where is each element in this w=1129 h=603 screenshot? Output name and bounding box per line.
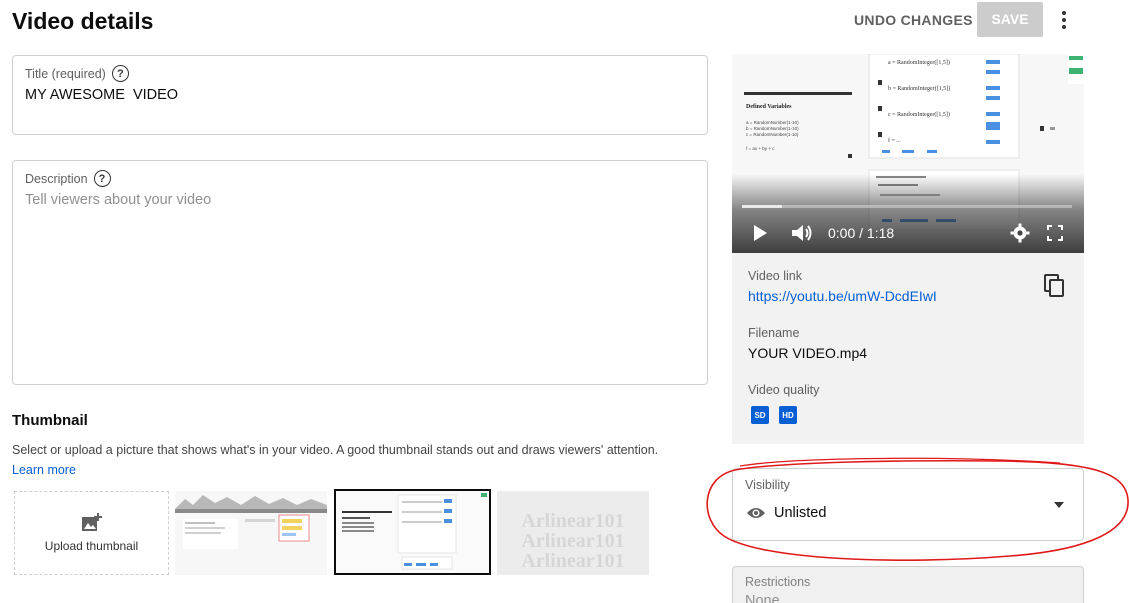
- upload-thumbnail-label: Upload thumbnail: [44, 539, 139, 553]
- description-field-label: Description: [25, 171, 88, 186]
- title-field-label: Title (required): [25, 66, 106, 81]
- preview-var: c = RandomNumber(1-10): [746, 132, 799, 137]
- eye-icon: [747, 508, 765, 518]
- video-controls: 0:00 / 1:18: [732, 174, 1084, 253]
- video-quality-label: Video quality: [748, 383, 820, 397]
- video-info-panel: Defined Variables a = RandomNumber(1-10)…: [732, 54, 1084, 444]
- preview-var: f = ax + by + c: [746, 146, 775, 151]
- preview-row: c = RandomInteger([1,5]): [888, 111, 950, 118]
- video-link[interactable]: https://youtu.be/umW-DcdEIwI: [748, 288, 937, 304]
- filename-value: YOUR VIDEO.mp4: [748, 345, 868, 361]
- preview-row: b = RandomInteger([1,5]): [888, 85, 950, 92]
- thumbnail-watermark-text: Arlinear101: [521, 550, 624, 572]
- title-field-label-row: Title (required) ?: [25, 65, 129, 82]
- thumbnail-option-1[interactable]: [175, 491, 327, 575]
- help-icon[interactable]: ?: [93, 170, 111, 187]
- thumbnail-image-1: [175, 491, 327, 575]
- thumbnail-image-3: Arlinear101 Arlinear101 Arlinear101: [497, 491, 649, 575]
- restrictions-label: Restrictions: [745, 575, 811, 589]
- help-icon[interactable]: ?: [111, 65, 129, 82]
- fullscreen-icon[interactable]: [1047, 225, 1063, 241]
- visibility-select[interactable]: Visibility Unlisted: [732, 468, 1084, 541]
- thumbnail-option-3[interactable]: Arlinear101 Arlinear101 Arlinear101: [497, 491, 649, 575]
- description-input[interactable]: Tell viewers about your video: [25, 192, 211, 208]
- time-display: 0:00 / 1:18: [828, 225, 895, 241]
- sd-badge-icon: SD: [751, 406, 769, 424]
- filename-label: Filename: [748, 326, 800, 340]
- description-field[interactable]: Description ? Tell viewers about your vi…: [12, 160, 708, 385]
- restrictions-value: None: [745, 593, 780, 603]
- visibility-value: Unlisted: [774, 505, 827, 521]
- preview-var: a = RandomNumber(1-10): [746, 120, 799, 125]
- thumbnail-description: Select or upload a picture that shows wh…: [12, 443, 659, 457]
- title-input[interactable]: MY AWESOME VIDEO: [25, 87, 178, 103]
- upload-thumbnail-button[interactable]: Upload thumbnail: [14, 491, 169, 575]
- preview-row: a = RandomInteger([1,5]): [888, 59, 950, 66]
- progress-buffer: [742, 205, 782, 208]
- video-link-label: Video link: [748, 269, 802, 283]
- description-field-label-row: Description ?: [25, 170, 111, 187]
- preview-var: b = RandomNumber(1-10): [746, 126, 799, 131]
- hd-badge-icon: HD: [779, 406, 797, 424]
- thumbnail-watermark-text: Arlinear101: [521, 510, 624, 532]
- thumbnail-heading: Thumbnail: [12, 412, 88, 429]
- copy-icon[interactable]: [1044, 274, 1066, 298]
- title-field[interactable]: Title (required) ? MY AWESOME VIDEO: [12, 55, 708, 135]
- visibility-label: Visibility: [745, 478, 790, 492]
- preview-row: f = ...: [888, 137, 901, 144]
- progress-bar[interactable]: [742, 205, 1072, 208]
- settings-icon[interactable]: [1010, 223, 1030, 243]
- play-icon[interactable]: [752, 224, 768, 242]
- volume-icon[interactable]: [790, 223, 814, 243]
- add-photo-icon: [81, 513, 102, 531]
- thumbnail-watermark-text: Arlinear101: [521, 530, 624, 552]
- dropdown-arrow-icon: [1054, 502, 1064, 508]
- save-button[interactable]: SAVE: [977, 2, 1043, 37]
- restrictions-field: Restrictions None: [732, 566, 1084, 603]
- thumbnail-option-2[interactable]: [334, 489, 491, 575]
- preview-heading: Defined Variables: [746, 104, 792, 110]
- learn-more-link[interactable]: Learn more: [12, 463, 76, 477]
- thumbnail-image-2: [336, 491, 489, 573]
- undo-changes-button[interactable]: UNDO CHANGES: [846, 4, 981, 37]
- more-vert-icon[interactable]: [1052, 6, 1076, 34]
- video-player[interactable]: Defined Variables a = RandomNumber(1-10)…: [732, 54, 1084, 253]
- page-title: Video details: [12, 8, 154, 34]
